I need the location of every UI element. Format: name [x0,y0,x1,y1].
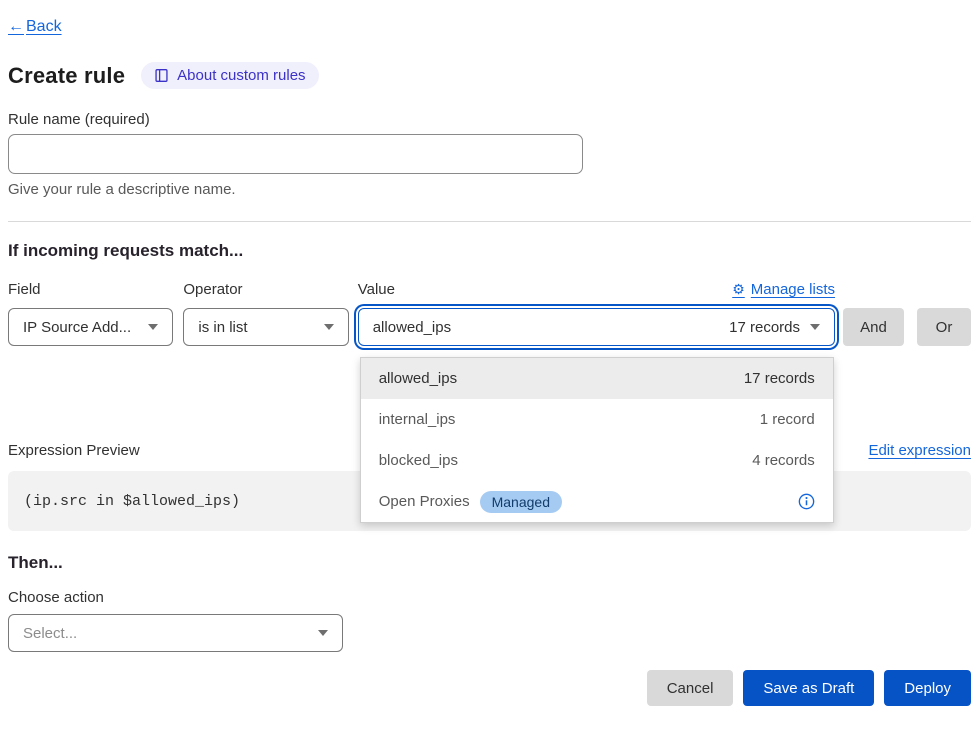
match-section-heading: If incoming requests match... [8,241,971,261]
edit-expression-link[interactable]: Edit expression [868,442,971,459]
back-link[interactable]: ←Back [8,18,62,36]
chevron-down-icon [148,324,158,330]
operator-select-value: is in list [198,319,313,336]
chevron-down-icon [810,324,820,330]
deploy-button[interactable]: Deploy [884,670,971,706]
info-icon[interactable] [798,493,815,510]
value-select[interactable]: allowed_ips 17 records [358,308,835,346]
action-select[interactable]: Select... [8,614,343,652]
section-divider [8,221,971,222]
operator-select[interactable]: is in list [183,308,348,346]
field-label: Field [8,281,173,298]
manage-lists-label: Manage lists [751,281,835,298]
manage-lists-link[interactable]: ⚙ Manage lists [732,281,835,298]
action-select-placeholder: Select... [23,625,308,642]
expression-preview-label: Expression Preview [8,442,140,459]
option-name: internal_ips [379,411,456,428]
dropdown-option-internal-ips[interactable]: internal_ips 1 record [361,399,833,440]
option-name: Open Proxies [379,493,470,510]
gear-icon: ⚙ [732,281,745,298]
value-select-meta: 17 records [729,319,800,336]
and-button[interactable]: And [843,308,904,346]
cancel-button[interactable]: Cancel [647,670,734,706]
page-title: Create rule [8,63,125,89]
book-icon [154,68,169,83]
back-arrow-icon: ← [8,18,24,36]
option-name: blocked_ips [379,452,458,469]
option-record-count: 4 records [752,452,815,469]
value-select-name: allowed_ips [373,319,719,336]
about-custom-rules-label: About custom rules [177,67,305,84]
choose-action-label: Choose action [8,589,971,606]
dropdown-option-open-proxies[interactable]: Open Proxies Managed [361,481,833,522]
back-link-label: Back [26,18,62,36]
option-record-count: 1 record [760,411,815,428]
rule-name-helper: Give your rule a descriptive name. [8,181,971,198]
rule-name-input[interactable] [8,134,583,174]
option-name: allowed_ips [379,370,457,387]
chevron-down-icon [318,630,328,636]
operator-label: Operator [183,281,348,298]
or-button[interactable]: Or [917,308,971,346]
option-record-count: 17 records [744,370,815,387]
then-section-heading: Then... [8,553,971,573]
footer-actions: Cancel Save as Draft Deploy [8,670,971,706]
field-select[interactable]: IP Source Add... [8,308,173,346]
value-label: Value [358,281,395,298]
dropdown-option-blocked-ips[interactable]: blocked_ips 4 records [361,440,833,481]
page-header: Create rule About custom rules [8,62,971,89]
managed-badge: Managed [480,491,562,513]
expression-code: (ip.src in $allowed_ips) [24,493,240,510]
about-custom-rules-link[interactable]: About custom rules [141,62,318,89]
save-as-draft-button[interactable]: Save as Draft [743,670,874,706]
rule-name-label: Rule name (required) [8,111,971,128]
field-select-value: IP Source Add... [23,319,138,336]
dropdown-option-allowed-ips[interactable]: allowed_ips 17 records [361,358,833,399]
value-dropdown-panel: allowed_ips 17 records internal_ips 1 re… [360,357,834,523]
chevron-down-icon [324,324,334,330]
match-condition-row: Field IP Source Add... Operator is in li… [8,281,971,346]
